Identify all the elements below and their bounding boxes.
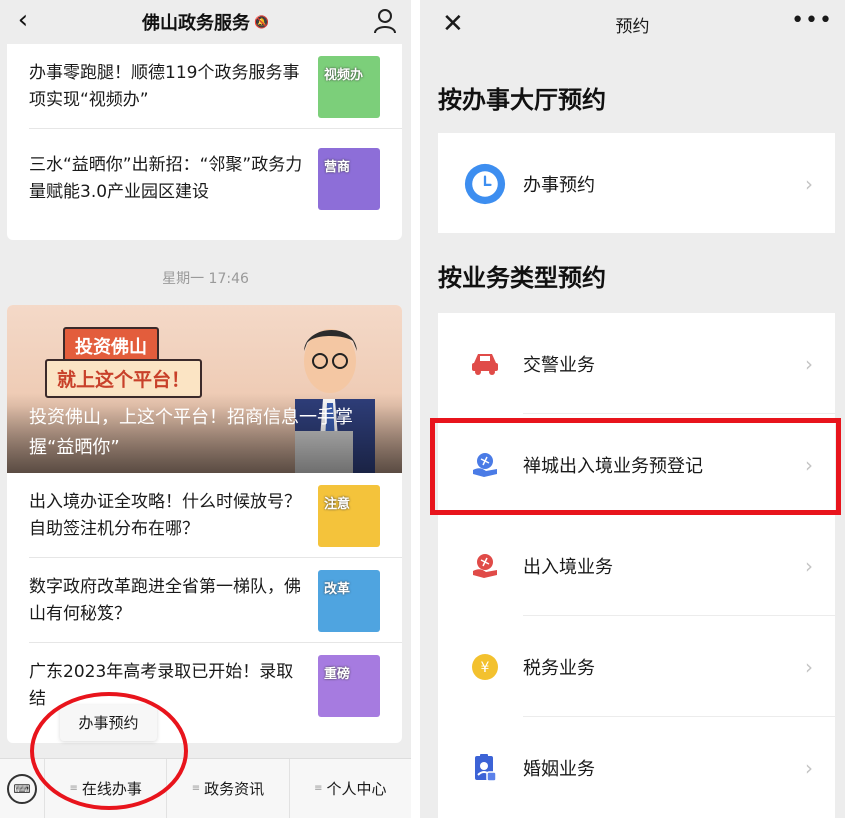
item-label: 婚姻业务 [523, 758, 595, 780]
more-icon[interactable]: ••• [791, 8, 833, 33]
article-thumbnail: 注意 [318, 485, 380, 547]
business-type-group: 交警业务 › 禅城出入境业务预登记 › 出入境业务 › ¥ 税务业务 › 婚姻业… [438, 313, 835, 818]
article-title: 办事零跑腿！顺德119个政务服务事项实现“视频办” [29, 63, 300, 110]
list-item-tax[interactable]: ¥ 税务业务 › [438, 616, 835, 717]
yen-coin-icon: ¥ [464, 646, 506, 688]
passport-hand-icon [464, 545, 506, 587]
close-icon[interactable]: ✕ [442, 9, 464, 39]
list-item[interactable]: 出入境办证全攻略！什么时候放号？自助签注机分布在哪？ 注意 [7, 473, 402, 558]
marriage-certificate-icon [464, 747, 506, 789]
list-item[interactable]: 办事零跑腿！顺德119个政务服务事项实现“视频办” 视频办 [7, 44, 402, 129]
list-item-traffic[interactable]: 交警业务 › [438, 313, 835, 414]
appointment-panel: ✕ 预约 ••• 按办事大厅预约 办事预约 › 按业务类型预约 交警业务 › 禅… [420, 0, 845, 818]
list-item-marriage[interactable]: 婚姻业务 › [438, 717, 835, 818]
article-thumbnail: 营商 [318, 148, 380, 210]
page-title: 预约 [615, 16, 650, 37]
highlight-box-annotation [430, 418, 841, 515]
bell-off-icon: 🔕 [254, 15, 269, 29]
chevron-right-icon: › [805, 654, 813, 679]
hero-caption: 投资佛山，上这个平台！招商信息一手掌握“益晒你” [29, 407, 353, 458]
divider [29, 128, 402, 129]
article-thumbnail: 改革 [318, 570, 380, 632]
article-title: 出入境办证全攻略！什么时候放号？自助签注机分布在哪？ [29, 492, 301, 539]
section-title-hall: 按办事大厅预约 [438, 86, 606, 114]
chevron-right-icon: › [805, 553, 813, 578]
hero-article[interactable]: 投资佛山 就上这个平台！ 投资佛山，上这个平台！招商信息一手掌握“益晒你” [7, 305, 402, 473]
item-label: 出入境业务 [523, 556, 613, 578]
article-card-bottom: 投资佛山 就上这个平台！ 投资佛山，上这个平台！招商信息一手掌握“益晒你” 出入… [7, 305, 402, 743]
account-header: ‹ 佛山政务服务 🔕 [0, 0, 411, 44]
car-icon [464, 343, 506, 385]
message-timestamp: 星期一 17:46 [162, 271, 249, 287]
item-label: 交警业务 [523, 354, 595, 376]
article-title: 三水“益晒你”出新招：“邻聚”政务力量赋能3.0产业园区建设 [29, 155, 303, 202]
clock-icon [464, 163, 506, 205]
highlight-circle-annotation [30, 692, 188, 810]
article-card-top: 办事零跑腿！顺德119个政务服务事项实现“视频办” 视频办 三水“益晒你”出新招… [7, 44, 402, 240]
account-title: 佛山政务服务 🔕 [142, 13, 269, 34]
article-thumbnail: 重磅 [318, 655, 380, 717]
item-label: 办事预约 [523, 174, 595, 196]
chevron-left-icon[interactable]: ‹ [8, 6, 38, 36]
screenshot: ‹ 佛山政务服务 🔕 办事零跑腿！顺德119个政务服务事项实现“视频办” 视频办… [0, 0, 845, 818]
chevron-right-icon: › [805, 351, 813, 376]
official-account-panel: ‹ 佛山政务服务 🔕 办事零跑腿！顺德119个政务服务事项实现“视频办” 视频办… [0, 0, 411, 818]
hall-appointment-group: 办事预约 › [438, 133, 835, 233]
panel-divider [411, 0, 420, 818]
article-title: 数字政府改革跑进全省第一梯队，佛山有何秘笈？ [29, 577, 301, 624]
chevron-right-icon: › [805, 755, 813, 780]
item-label: 税务业务 [523, 657, 595, 679]
svg-text:¥: ¥ [481, 660, 490, 676]
keyboard-icon: ⌨ [7, 773, 37, 804]
chevron-right-icon: › [805, 171, 813, 196]
menu-personal-center[interactable]: ≡ 个人中心 [288, 758, 411, 818]
menu-lines-icon: ≡ [314, 783, 323, 794]
article-thumbnail: 视频办 [318, 56, 380, 118]
menu-lines-icon: ≡ [191, 783, 201, 794]
person-icon[interactable] [373, 8, 397, 34]
list-item[interactable]: 数字政府改革跑进全省第一梯队，佛山有何秘笈？ 改革 [7, 558, 402, 643]
list-item[interactable]: 三水“益晒你”出新招：“邻聚”政务力量赋能3.0产业园区建设 营商 [7, 136, 402, 221]
section-title-business: 按业务类型预约 [438, 264, 606, 292]
appointment-header: ✕ 预约 ••• [420, 0, 845, 48]
list-item-appointment[interactable]: 办事预约 › [438, 133, 835, 234]
list-item-exit-entry[interactable]: 出入境业务 › [438, 515, 835, 616]
